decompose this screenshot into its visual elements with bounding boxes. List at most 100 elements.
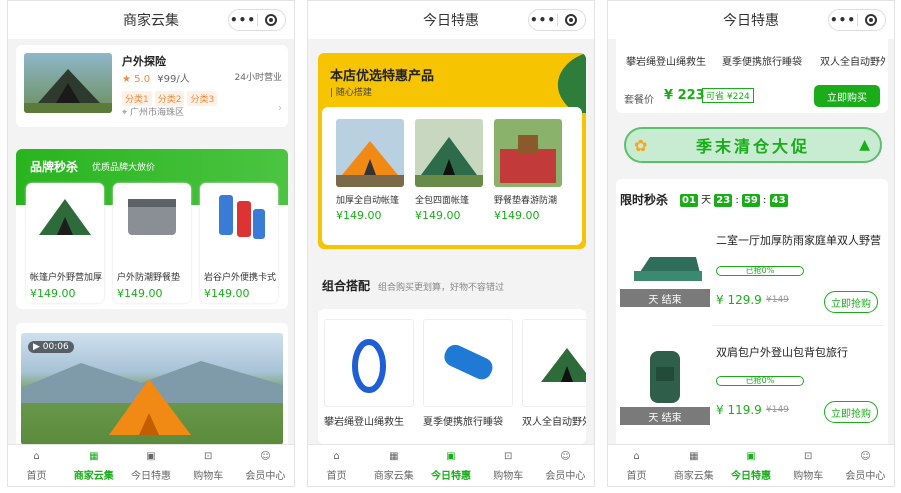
product-name: 二室一厅加厚防雨家庭单双人野营 [716, 234, 881, 247]
page-title: 今日特惠 [723, 13, 779, 29]
user-icon: ☺ [860, 451, 871, 462]
gift-icon: ▣ [146, 451, 156, 462]
tab-label: 今日特惠 [431, 471, 471, 482]
capsule-menu[interactable]: ••• [828, 9, 886, 31]
close-target-icon[interactable] [258, 14, 285, 26]
tab-bar: ⌂ 首页 ▦ 商家云集 ▣ 今日特惠 ⊡ 购物车 ☺ 会员中心 [608, 444, 894, 486]
tab-member[interactable]: ☺ 会员中心 [537, 445, 594, 486]
product-card[interactable]: 野餐垫春游防潮 ¥149.00 [494, 119, 570, 222]
promo-banner[interactable]: ✿ 季末清仓大促 ▲ [624, 127, 882, 163]
flash-sale-title: 品牌秒杀 [30, 160, 79, 174]
product-name: 加厚全自动帐篷 [336, 196, 400, 206]
tab-label: 购物车 [193, 471, 224, 482]
tab-deals[interactable]: ▣ 今日特惠 [122, 445, 179, 486]
video-card[interactable]: ▶ 00:06 [16, 323, 288, 447]
grab-now-button[interactable]: 立即抢购 [824, 401, 878, 423]
cart-icon: ⊡ [804, 451, 813, 462]
tab-label: 首页 [626, 471, 647, 482]
tab-member[interactable]: ☺ 会员中心 [237, 445, 294, 486]
close-target-icon[interactable] [858, 14, 885, 26]
tab-cart[interactable]: ⊡ 购物车 [480, 445, 537, 486]
more-icon[interactable]: ••• [529, 13, 557, 27]
flash-sale-section: 品牌秒杀 优质品牌大放价 帐篷户外野营加厚 ¥149.00 户外防潮野餐垫 ¥1… [16, 149, 288, 309]
tab-merchants[interactable]: ▦ 商家云集 [665, 445, 722, 486]
promo-banner-text: 季末清仓大促 [695, 137, 810, 156]
product-price: ¥149.00 [494, 209, 540, 222]
sold-progress: 已抢0% [716, 376, 804, 386]
product-card[interactable]: 帐篷户外野营加厚 ¥149.00 [26, 183, 104, 303]
tab-label: 今日特惠 [131, 471, 171, 482]
capsule-menu[interactable]: ••• [528, 9, 586, 31]
page-title: 今日特惠 [423, 13, 479, 29]
merchant-hours: 24小时营业 [234, 73, 282, 83]
product-status: 天 结束 [620, 289, 710, 307]
tab-cart[interactable]: ⊡ 购物车 [180, 445, 237, 486]
tab-cart[interactable]: ⊡ 购物车 [780, 445, 837, 486]
seckill-title: 限时秒杀 [620, 193, 669, 207]
combo-item[interactable]: 攀岩绳登山绳救生 [324, 319, 416, 428]
tab-home[interactable]: ⌂ 首页 [308, 445, 365, 486]
page-title: 商家云集 [123, 13, 179, 29]
grab-now-button[interactable]: 立即抢购 [824, 291, 878, 313]
merchant-image [24, 53, 112, 113]
more-icon[interactable]: ••• [229, 13, 257, 27]
tab-merchants[interactable]: ▦ 商家云集 [65, 445, 122, 486]
capsule-menu[interactable]: ••• [228, 9, 286, 31]
tent-image [24, 69, 112, 113]
featured-subtitle: | 随心搭建 [330, 88, 372, 98]
product-image: 天 结束 [620, 235, 710, 307]
merchant-tag: 分类2 [154, 91, 185, 106]
product-name: 双肩包户外登山包背包旅行 [716, 346, 848, 359]
tab-home[interactable]: ⌂ 首页 [8, 445, 65, 486]
product-card[interactable]: 全包四面帐篷 ¥149.00 [415, 119, 487, 222]
close-target-icon[interactable] [558, 14, 585, 26]
combo-item-name: 攀岩绳登山绳救生 [626, 57, 706, 68]
product-price: ¥149.00 [117, 287, 163, 300]
video-duration-badge: ▶ 00:06 [28, 341, 74, 353]
tab-label: 商家云集 [673, 471, 714, 482]
tab-member[interactable]: ☺ 会员中心 [837, 445, 894, 486]
combo-subtitle: 组合购买更划算，好物不容错过 [378, 283, 505, 293]
more-icon[interactable]: ••• [829, 13, 857, 27]
chevron-right-icon: › [278, 103, 282, 114]
cart-icon: ⊡ [204, 451, 213, 462]
package-price: ¥ 223 [664, 88, 705, 103]
buy-now-button[interactable]: 立即购买 [814, 85, 880, 107]
seckill-item[interactable]: 天 结束 双肩包户外登山包背包旅行 已抢0% ¥ 119.9 ¥149 立即抢购 [616, 331, 888, 431]
combo-item-name: 双人全自动野外 [820, 57, 886, 68]
combo-item-name: 夏季便携旅行睡袋 [722, 57, 802, 68]
tent-image [634, 257, 702, 281]
combo-item-name: 攀岩绳登山绳救生 [324, 417, 404, 428]
picnic-mat-image [128, 199, 176, 235]
location-icon: ⌖ [122, 108, 128, 118]
combo-item[interactable]: 双人全自动野外 [522, 319, 586, 428]
tab-home[interactable]: ⌂ 首页 [608, 445, 665, 486]
product-price: ¥149.00 [30, 287, 76, 300]
tent-icon: ▲ [859, 137, 870, 153]
merchant-rating-row: ★ 5.0 ¥99/人 [122, 70, 190, 85]
tab-label: 会员中心 [845, 471, 886, 482]
tab-label: 商家云集 [373, 471, 414, 482]
product-card[interactable]: 户外防潮野餐垫 ¥149.00 [113, 183, 191, 303]
user-icon: ☺ [260, 451, 271, 462]
sold-progress: 已抢0% [716, 266, 804, 276]
product-card[interactable]: 加厚全自动帐篷 ¥149.00 [336, 119, 408, 222]
tab-deals[interactable]: ▣ 今日特惠 [422, 445, 479, 486]
featured-products: 加厚全自动帐篷 ¥149.00 全包四面帐篷 ¥149.00 野餐垫春游防潮 ¥… [322, 107, 582, 245]
merchant-card[interactable]: 户外探险 ★ 5.0 ¥99/人 24小时营业 分类1 分类2 分类3 ⌖ 广州市海… [16, 45, 288, 127]
seckill-item[interactable]: 天 结束 二室一厅加厚防雨家庭单双人野营 已抢0% ¥ 129.9 ¥149 立… [616, 223, 888, 323]
navbar: 今日特惠 ••• [608, 1, 894, 39]
merchant-tags: 分类1 分类2 分类3 [122, 87, 220, 106]
product-name: 帐篷户外野营加厚 [30, 273, 102, 283]
product-price: ¥149.00 [415, 209, 461, 222]
product-price: ¥149.00 [204, 287, 250, 300]
gift-icon: ▣ [446, 451, 456, 462]
product-price: ¥ 129.9 [716, 293, 762, 307]
screen-deals-scrolled: 攀岩绳登山绳救生 夏季便携旅行睡袋 双人全自动野外 套餐价 ¥ 223 可省 ¥… [607, 0, 895, 487]
home-icon: ⌂ [33, 451, 40, 462]
tab-label: 购物车 [493, 471, 524, 482]
product-card[interactable]: 岩谷户外便携卡式 ¥149.00 [200, 183, 278, 303]
tab-merchants[interactable]: ▦ 商家云集 [365, 445, 422, 486]
tab-deals[interactable]: ▣ 今日特惠 [722, 445, 779, 486]
combo-item[interactable]: 夏季便携旅行睡袋 [423, 319, 515, 428]
